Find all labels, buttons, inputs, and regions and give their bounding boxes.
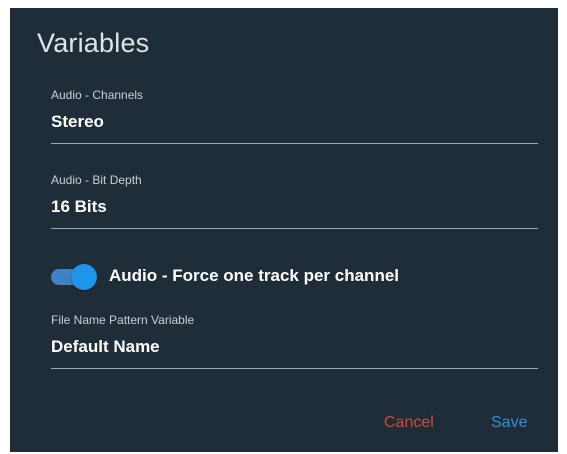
audio-bit-depth-value[interactable]: 16 Bits bbox=[51, 197, 538, 217]
file-name-pattern-field[interactable]: File Name Pattern Variable Default Name bbox=[51, 313, 538, 369]
file-name-pattern-underline bbox=[51, 368, 538, 369]
audio-channels-value[interactable]: Stereo bbox=[51, 112, 538, 132]
audio-bit-depth-field[interactable]: Audio - Bit Depth 16 Bits bbox=[51, 173, 538, 229]
audio-channels-field[interactable]: Audio - Channels Stereo bbox=[51, 88, 538, 144]
dialog-actions: Cancel Save bbox=[10, 414, 558, 436]
variables-dialog: Variables Audio - Channels Stereo Audio … bbox=[10, 8, 558, 452]
audio-channels-underline bbox=[51, 143, 538, 144]
audio-bit-depth-label: Audio - Bit Depth bbox=[51, 173, 142, 187]
force-one-track-row: Audio - Force one track per channel bbox=[51, 262, 399, 290]
audio-channels-label: Audio - Channels bbox=[51, 88, 144, 102]
audio-bit-depth-underline bbox=[51, 228, 538, 229]
force-one-track-label: Audio - Force one track per channel bbox=[109, 266, 400, 285]
dialog-title: Variables bbox=[37, 28, 150, 58]
save-button[interactable]: Save bbox=[491, 414, 527, 432]
cancel-button[interactable]: Cancel bbox=[384, 414, 434, 432]
file-name-pattern-value[interactable]: Default Name bbox=[51, 337, 538, 357]
force-one-track-toggle[interactable] bbox=[51, 263, 97, 290]
file-name-pattern-label: File Name Pattern Variable bbox=[51, 313, 195, 327]
toggle-thumb[interactable] bbox=[71, 264, 97, 290]
